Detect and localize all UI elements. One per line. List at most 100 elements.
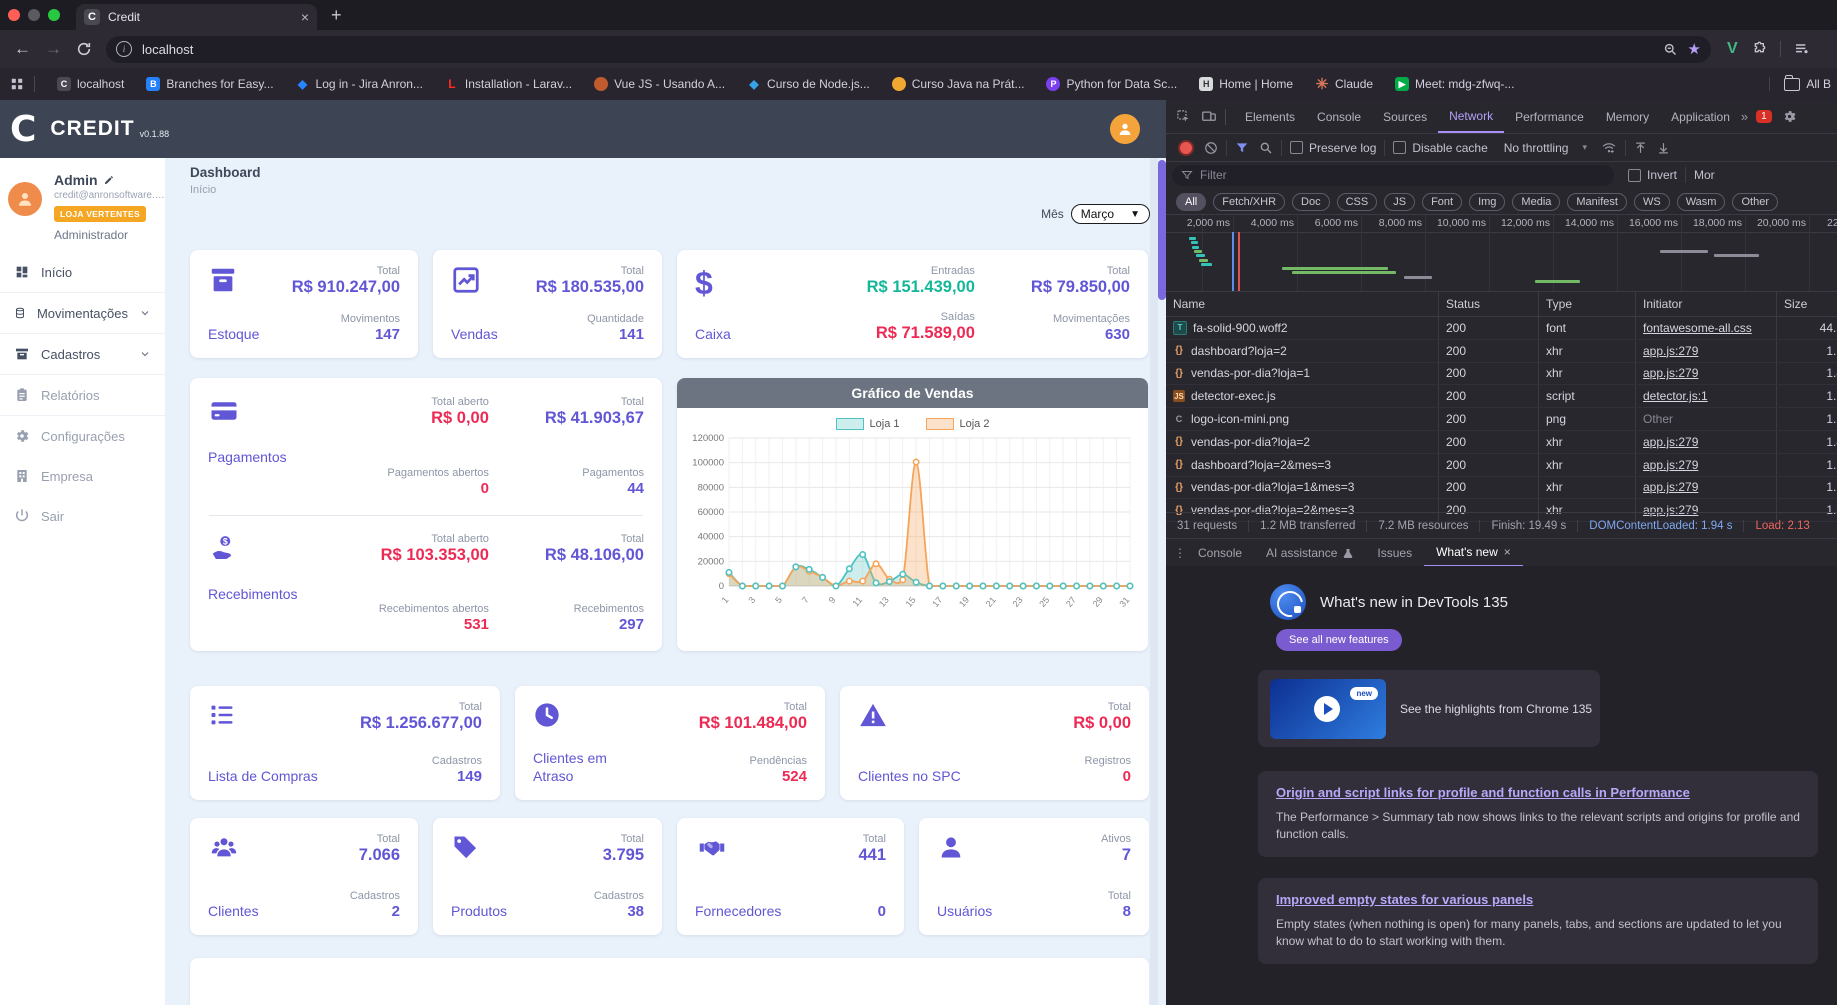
table-row[interactable]: JS detector-exec.js 200 script detector.j… [1166, 385, 1837, 409]
table-row[interactable]: {} dashboard?loja=2&mes=3 200 xhr app.js:… [1166, 453, 1837, 477]
kebab-menu-icon[interactable]: ⋮ [1174, 546, 1186, 560]
tab-console[interactable]: Console [1306, 101, 1372, 133]
record-network-log-icon[interactable] [1178, 139, 1194, 156]
drawer-tab-issues[interactable]: Issues [1365, 540, 1424, 567]
chip-js[interactable]: JS [1384, 193, 1416, 211]
article-link[interactable]: Improved empty states for various panels [1276, 892, 1800, 907]
chip-css[interactable]: CSS [1336, 193, 1378, 211]
initiator-link[interactable]: detector.js:1 [1643, 389, 1708, 403]
clear-network-log-icon[interactable] [1204, 141, 1218, 155]
bookmark-item[interactable]: ◆ Log in - Jira Anron... [296, 77, 423, 91]
bookmark-star-icon[interactable]: ★ [1688, 40, 1701, 58]
initiator-link[interactable]: app.js:279 [1643, 480, 1698, 494]
see-all-features-button[interactable]: See all new features [1276, 629, 1402, 651]
tab-application[interactable]: Application [1660, 101, 1741, 133]
bookmark-item[interactable]: L Installation - Larav... [445, 77, 572, 91]
drawer-tab-console[interactable]: Console [1186, 540, 1254, 567]
bookmark-item[interactable]: ▶ Meet: mdg-zfwq-... [1395, 77, 1514, 91]
sidebar-item-inicio[interactable]: Início [0, 252, 165, 292]
bookmark-item[interactable]: ◆ Curso de Node.js... [747, 77, 869, 91]
error-badge[interactable]: 1 [1756, 110, 1772, 123]
col-size[interactable]: Size [1777, 292, 1837, 316]
browser-menu-icon[interactable] [1793, 41, 1811, 57]
sidebar-item-relatorios[interactable]: Relatórios [0, 374, 165, 415]
disable-cache-checkbox[interactable] [1393, 141, 1407, 154]
traffic-light-minimize[interactable] [28, 9, 40, 21]
col-initiator[interactable]: Initiator [1636, 292, 1777, 316]
header-avatar[interactable] [1110, 114, 1140, 144]
bookmark-item[interactable]: Curso Java na Prát... [891, 77, 1024, 91]
new-tab-button[interactable]: + [331, 5, 342, 26]
chevron-down-icon[interactable]: ▾ [1582, 142, 1587, 153]
legend-item[interactable]: Loja 1 [835, 418, 900, 430]
devtools-settings-gear-icon[interactable] [1782, 109, 1797, 124]
filter-funnel-icon[interactable] [1235, 141, 1249, 155]
url-text[interactable]: localhost [142, 42, 1653, 57]
invert-label[interactable]: Invert [1647, 168, 1677, 182]
close-icon[interactable]: × [1504, 545, 1511, 559]
all-bookmarks-button[interactable]: All B [1769, 74, 1831, 91]
table-row[interactable]: {} vendas-por-dia?loja=1 200 xhr app.js:2… [1166, 362, 1837, 386]
throttling-select[interactable]: No throttling [1504, 141, 1569, 155]
network-filter-input[interactable]: Filter [1172, 164, 1614, 186]
network-overview-waterfall[interactable] [1166, 232, 1837, 292]
edit-pencil-icon[interactable] [103, 175, 114, 186]
chip-ws[interactable]: WS [1633, 193, 1670, 211]
play-icon[interactable] [1314, 695, 1340, 722]
tab-sources[interactable]: Sources [1372, 101, 1438, 133]
col-name[interactable]: Name [1166, 292, 1439, 316]
sidebar-item-movimentacoes[interactable]: Movimentações [0, 292, 165, 333]
dashboard-scrollbar[interactable] [1150, 158, 1158, 1005]
initiator-link[interactable]: fontawesome-all.css [1643, 321, 1752, 335]
table-row[interactable]: {} vendas-por-dia?loja=1&mes=3 200 xhr ap… [1166, 476, 1837, 500]
drawer-tab-ai-assistance[interactable]: AI assistance [1254, 540, 1365, 567]
initiator-link[interactable]: app.js:279 [1643, 344, 1698, 358]
chip-fetch-xhr[interactable]: Fetch/XHR [1213, 193, 1286, 211]
tab-elements[interactable]: Elements [1234, 101, 1306, 133]
more-filters-label[interactable]: Mor [1694, 168, 1715, 182]
table-row[interactable]: Clogo-icon-mini.png 200 png Other 1.2 [1166, 408, 1837, 431]
network-conditions-icon[interactable] [1601, 141, 1617, 155]
article-link[interactable]: Origin and script links for profile and … [1276, 785, 1800, 800]
bookmark-item[interactable]: ✳ Claude [1315, 76, 1373, 93]
chip-wasm[interactable]: Wasm [1676, 193, 1726, 211]
tab-performance[interactable]: Performance [1504, 101, 1595, 133]
chip-manifest[interactable]: Manifest [1567, 193, 1627, 211]
initiator-link[interactable]: app.js:279 [1643, 458, 1698, 472]
table-row[interactable]: {} dashboard?loja=2 200 xhr app.js:279 1.… [1166, 339, 1837, 363]
inspect-element-icon[interactable] [1176, 109, 1191, 124]
tab-close-icon[interactable]: × [301, 9, 309, 25]
url-bar[interactable]: i localhost ★ [106, 35, 1711, 63]
chip-all[interactable]: All [1176, 193, 1207, 211]
apps-grid-icon[interactable] [10, 77, 24, 91]
sidebar-item-cadastros[interactable]: Cadastros [0, 333, 165, 374]
col-type[interactable]: Type [1539, 292, 1636, 316]
back-icon[interactable]: ← [14, 39, 31, 59]
legend-item[interactable]: Loja 2 [925, 418, 989, 430]
disable-cache-label[interactable]: Disable cache [1412, 141, 1487, 155]
traffic-light-zoom[interactable] [48, 9, 60, 21]
reload-icon[interactable] [76, 41, 92, 57]
chip-img[interactable]: Img [1469, 193, 1506, 211]
search-icon[interactable] [1259, 141, 1273, 155]
tab-network[interactable]: Network [1438, 100, 1505, 133]
initiator-link[interactable]: app.js:279 [1643, 366, 1698, 380]
video-thumbnail[interactable]: new [1270, 678, 1386, 739]
chip-doc[interactable]: Doc [1292, 193, 1330, 211]
preserve-log-label[interactable]: Preserve log [1309, 141, 1376, 155]
bookmark-item[interactable]: H Home | Home [1199, 77, 1293, 91]
browser-tab[interactable]: C Credit × [76, 4, 317, 30]
bookmark-item[interactable]: Clocalhost [57, 77, 124, 91]
zoom-level-icon[interactable] [1663, 42, 1678, 57]
bookmark-item[interactable]: P Python for Data Sc... [1046, 77, 1177, 91]
table-row[interactable]: {} vendas-por-dia?loja=2 200 xhr app.js:2… [1166, 430, 1837, 454]
sidebar-item-configuracoes[interactable]: Configurações [0, 415, 165, 456]
col-status[interactable]: Status [1439, 292, 1539, 316]
sidebar-item-empresa[interactable]: Empresa [0, 456, 165, 496]
user-avatar[interactable] [8, 182, 42, 216]
forward-icon[interactable]: → [45, 39, 62, 59]
chip-font[interactable]: Font [1422, 193, 1463, 211]
drawer-tab-whats-new[interactable]: What's new × [1424, 540, 1523, 567]
invert-checkbox[interactable] [1628, 168, 1641, 182]
month-select[interactable]: Março ▼ [1070, 204, 1150, 224]
